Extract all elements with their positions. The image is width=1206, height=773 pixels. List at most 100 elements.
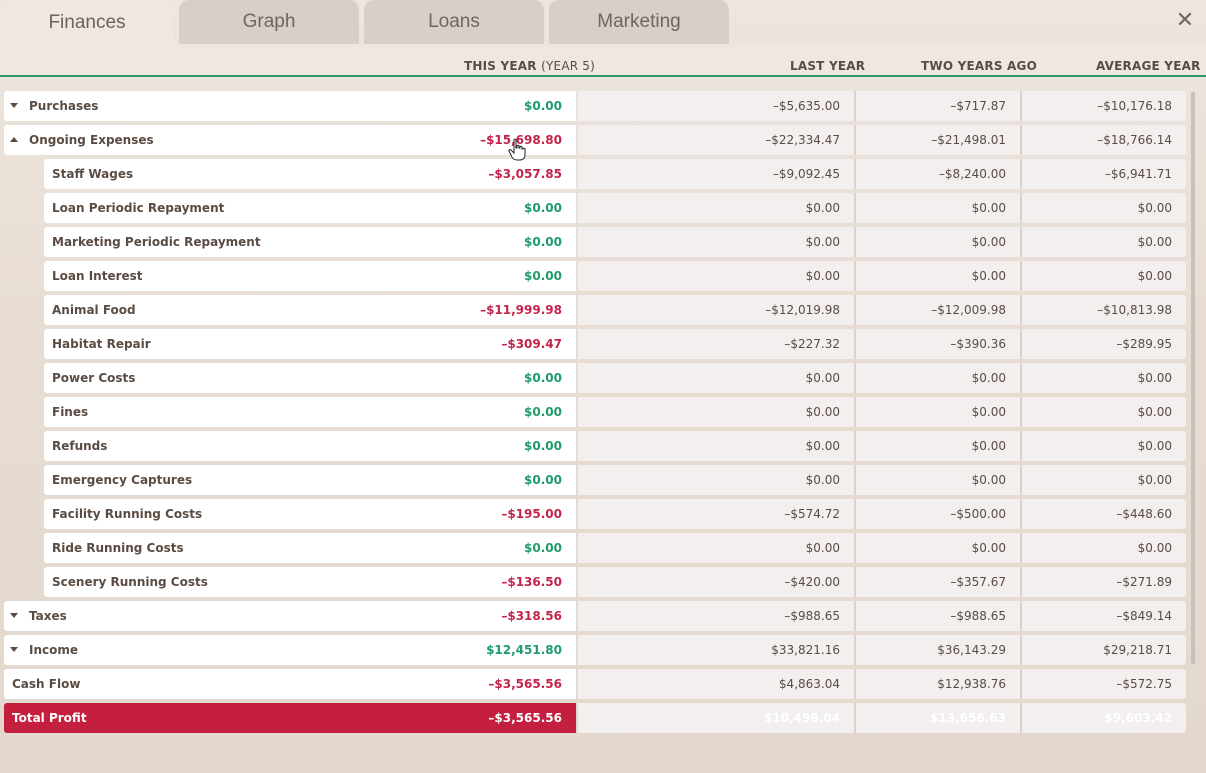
scrollbar[interactable]: [1191, 92, 1195, 664]
column-separator: [1020, 431, 1022, 461]
value-last-year: $0.00: [805, 405, 840, 419]
value-average-year: –$289.95: [1116, 337, 1172, 351]
value-last-year: –$574.72: [784, 507, 840, 521]
row-values-cell: [578, 669, 1186, 699]
row-label: Habitat Repair: [52, 337, 151, 351]
value-this-year: $0.00: [524, 439, 562, 453]
row-values-cell: [578, 567, 1186, 597]
value-average-year: –$849.14: [1116, 609, 1172, 623]
row-values-cell: [578, 193, 1186, 223]
row-label-cell: [4, 601, 576, 631]
value-two-years-ago: $0.00: [971, 541, 1006, 555]
table-row-habitat-repair: Habitat Repair –$309.47 –$227.32 –$390.36 –$…: [0, 329, 1206, 359]
value-this-year: –$3,565.56: [488, 711, 562, 725]
row-label: Income: [29, 643, 79, 657]
close-icon[interactable]: ✕: [1174, 8, 1196, 33]
row-values-cell: [578, 125, 1186, 155]
column-separator: [1020, 193, 1022, 223]
column-separator: [1020, 703, 1022, 733]
value-two-years-ago: $0.00: [971, 269, 1006, 283]
table-row-marketing-periodic-repayment: Marketing Periodic Repayment $0.00 $0.00 $0…: [0, 227, 1206, 257]
value-average-year: –$6,941.71: [1104, 167, 1172, 181]
value-this-year: $0.00: [524, 473, 562, 487]
value-two-years-ago: –$390.36: [950, 337, 1006, 351]
column-separator: [854, 431, 856, 461]
value-average-year: –$572.75: [1116, 677, 1172, 691]
value-last-year: –$9,092.45: [772, 167, 840, 181]
row-label: Facility Running Costs: [52, 507, 203, 521]
column-separator: [854, 159, 856, 189]
value-this-year: $0.00: [524, 201, 562, 215]
table-row-emergency-captures: Emergency Captures $0.00 $0.00 $0.00 $0.00: [0, 465, 1206, 495]
column-separator: [1020, 91, 1022, 121]
table-row-ongoing-expenses[interactable]: Ongoing Expenses –$15,698.80 –$22,334.47 –$…: [0, 125, 1206, 155]
column-header-year-number: (YEAR 5): [541, 59, 595, 73]
row-label: Purchases: [29, 99, 99, 113]
row-values-cell: [578, 329, 1186, 359]
row-label: Marketing Periodic Repayment: [52, 235, 261, 249]
table-row-cash-flow: Cash Flow –$3,565.56 $4,863.04 $12,938.76 –$…: [0, 669, 1206, 699]
value-this-year: $0.00: [524, 405, 562, 419]
value-average-year: –$18,766.14: [1097, 133, 1172, 147]
header-divider: [0, 75, 1206, 77]
value-average-year: $0.00: [1137, 405, 1172, 419]
chevron-up-icon[interactable]: [10, 137, 18, 142]
row-label-cell: [44, 431, 576, 461]
value-last-year: $10,498.04: [764, 711, 840, 725]
row-label: Refunds: [52, 439, 108, 453]
value-this-year: –$3,057.85: [488, 167, 562, 181]
chevron-down-icon[interactable]: [10, 647, 18, 652]
table-row-taxes[interactable]: Taxes –$318.56 –$988.65 –$988.65 –$849.14: [0, 601, 1206, 631]
row-values-cell: [578, 635, 1186, 665]
row-values-cell: [578, 601, 1186, 631]
column-separator: [1020, 499, 1022, 529]
column-separator: [1020, 465, 1022, 495]
column-separator: [1020, 227, 1022, 257]
value-this-year: –$195.00: [501, 507, 562, 521]
column-separator: [854, 397, 856, 427]
value-two-years-ago: $0.00: [971, 201, 1006, 215]
chevron-down-icon[interactable]: [10, 103, 18, 108]
value-two-years-ago: $12,938.76: [937, 677, 1006, 691]
table-row-ride-running-costs: Ride Running Costs $0.00 $0.00 $0.00 $0.00: [0, 533, 1206, 563]
row-values-cell: [578, 397, 1186, 427]
column-separator: [1020, 363, 1022, 393]
value-two-years-ago: $0.00: [971, 371, 1006, 385]
tab-finances[interactable]: Finances: [0, 0, 174, 46]
chevron-down-icon[interactable]: [10, 613, 18, 618]
column-separator: [854, 601, 856, 631]
value-two-years-ago: –$357.67: [950, 575, 1006, 589]
value-this-year: –$136.50: [501, 575, 562, 589]
value-last-year: –$227.32: [784, 337, 840, 351]
value-two-years-ago: $36,143.29: [937, 643, 1006, 657]
row-values-cell: [578, 295, 1186, 325]
value-two-years-ago: $13,656.63: [930, 711, 1006, 725]
value-this-year: –$309.47: [501, 337, 562, 351]
row-label: Ride Running Costs: [52, 541, 184, 555]
tab-marketing[interactable]: Marketing: [549, 0, 729, 44]
tab-graph[interactable]: Graph: [179, 0, 359, 44]
table-row-purchases[interactable]: Purchases $0.00 –$5,635.00 –$717.87 –$10,176…: [0, 91, 1206, 121]
column-header-this-year: THIS YEAR (YEAR 5): [464, 59, 595, 73]
tab-loans[interactable]: Loans: [364, 0, 544, 44]
column-separator: [1020, 533, 1022, 563]
value-two-years-ago: –$500.00: [950, 507, 1006, 521]
column-header-two-years-ago: TWO YEARS AGO: [921, 59, 1037, 73]
column-header-last-year: LAST YEAR: [790, 59, 866, 73]
column-separator: [854, 261, 856, 291]
value-this-year: $12,451.80: [486, 643, 562, 657]
column-separator: [854, 227, 856, 257]
value-average-year: $0.00: [1137, 439, 1172, 453]
column-separator: [854, 295, 856, 325]
column-separator: [854, 465, 856, 495]
table-row-income[interactable]: Income $12,451.80 $33,821.16 $36,143.29 $29,…: [0, 635, 1206, 665]
table-row-refunds: Refunds $0.00 $0.00 $0.00 $0.00: [0, 431, 1206, 461]
value-last-year: $0.00: [805, 541, 840, 555]
tab-bar: Finances Graph Loans Marketing: [0, 0, 1206, 46]
row-label-cell: [44, 397, 576, 427]
row-values-cell: [578, 91, 1186, 121]
column-separator: [854, 703, 856, 733]
row-label: Staff Wages: [52, 167, 134, 181]
column-separator: [854, 669, 856, 699]
value-this-year: –$318.56: [501, 609, 562, 623]
